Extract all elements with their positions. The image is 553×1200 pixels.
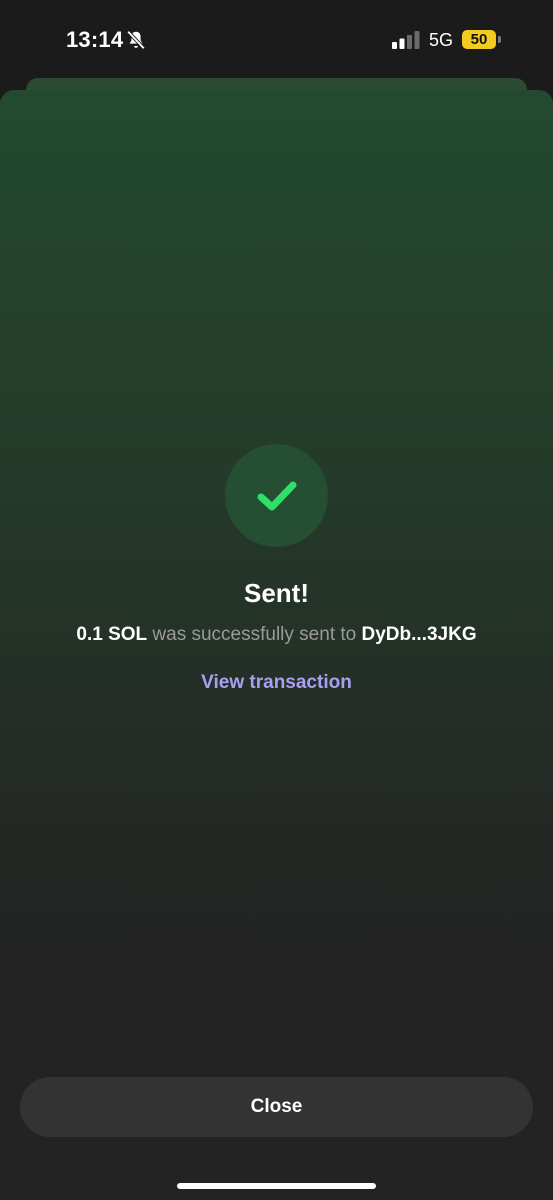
sent-amount: 0.1 SOL <box>76 624 148 645</box>
network-label: 5G <box>429 30 454 50</box>
result-title: Sent! <box>244 578 309 608</box>
view-transaction-link[interactable]: View transaction <box>0 672 553 694</box>
status-time: 13:14 <box>66 27 124 52</box>
battery-indicator: 50 <box>462 30 496 49</box>
battery-cap <box>498 36 501 43</box>
recipient-address: DyDb...3JKG <box>361 624 477 645</box>
home-indicator[interactable] <box>177 1183 376 1189</box>
checkmark-icon <box>257 481 297 511</box>
bell-slash-icon <box>126 30 146 50</box>
result-message: 0.1 SOL was successfully sent to DyDb...… <box>0 624 553 646</box>
screen: 13:14 5G 50 Sent! 0.1 SOL was successful… <box>0 0 553 1200</box>
cellular-signal-icon <box>392 31 420 49</box>
close-button[interactable]: Close <box>20 1077 533 1137</box>
success-badge <box>225 444 328 547</box>
message-text: was successfully sent to <box>147 624 362 645</box>
status-bar: 13:14 5G 50 <box>0 0 553 80</box>
